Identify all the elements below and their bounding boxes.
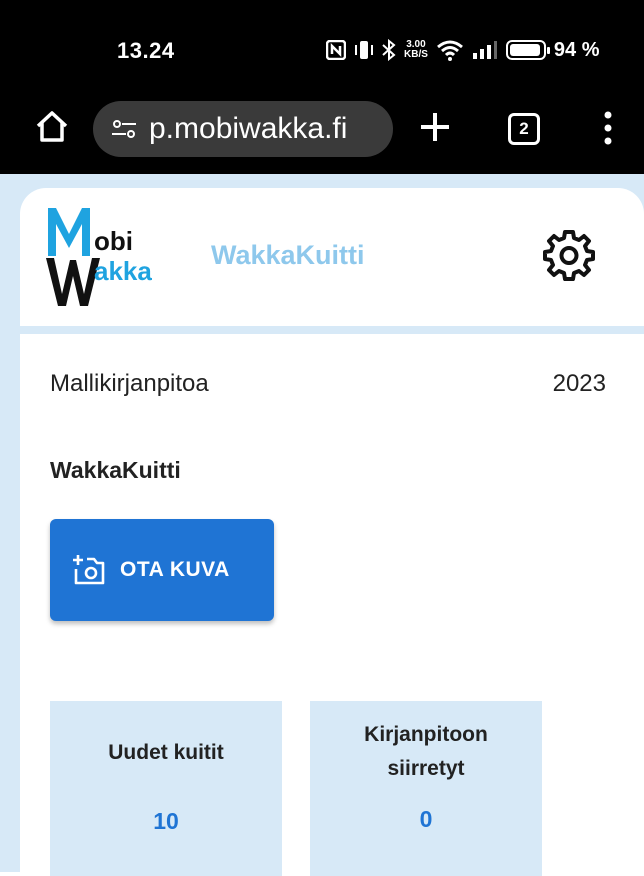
address-bar[interactable]: p.mobiwakka.fi: [93, 101, 393, 157]
url-text: p.mobiwakka.fi: [149, 112, 348, 145]
stat-value: 10: [153, 808, 179, 834]
app-header: obi akka WakkaKuitti: [20, 188, 644, 326]
browser-toolbar: p.mobiwakka.fi 2: [0, 86, 644, 174]
stat-card-transferred[interactable]: Kirjanpitoon siirretyt 0: [310, 701, 542, 876]
take-photo-label: OTA KUVA: [120, 558, 230, 581]
stat-value: 0: [419, 806, 433, 832]
company-name: Mallikirjanpitoa: [50, 370, 209, 397]
add-photo-icon: [73, 555, 105, 585]
site-settings-icon[interactable]: [111, 119, 137, 139]
main-card: Mallikirjanpitoa 2023 WakkaKuitti OTA KU…: [20, 334, 644, 876]
new-tab-icon[interactable]: [418, 110, 452, 144]
stat-label: Uudet kuitit: [108, 741, 224, 764]
app-title: WakkaKuitti: [211, 240, 365, 270]
home-icon[interactable]: [34, 108, 70, 144]
tab-switcher-button[interactable]: 2: [508, 113, 540, 145]
stat-label: Kirjanpitoon siirretyt: [364, 723, 488, 780]
take-photo-button[interactable]: OTA KUVA: [50, 519, 274, 621]
logo-text-akka: akka: [94, 256, 152, 286]
page-content: obi akka WakkaKuitti Mallikirjanpitoa 20…: [0, 174, 644, 876]
battery-icon: [505, 40, 550, 60]
network-speed: 3.00 KB/S: [404, 39, 428, 60]
wifi-icon: [436, 40, 463, 61]
battery-percent: 94 %: [553, 38, 600, 61]
section-title: WakkaKuitti: [50, 457, 181, 483]
status-time: 13.24: [117, 38, 175, 63]
bluetooth-icon: [382, 39, 396, 61]
fiscal-year: 2023: [552, 370, 606, 397]
more-menu-icon[interactable]: [598, 110, 618, 146]
signal-icon: [472, 41, 497, 59]
nfc-icon: [326, 40, 346, 60]
vibrate-icon: [355, 41, 373, 59]
status-bar: 13.24 3.00 KB/S 94 %: [0, 0, 644, 86]
logo-text-obi: obi: [94, 226, 133, 256]
status-icons: 3.00 KB/S 94 %: [326, 36, 600, 64]
gear-icon[interactable]: [542, 228, 596, 282]
mobiwakka-logo[interactable]: obi akka: [42, 204, 172, 308]
battery-fill: [509, 44, 540, 56]
stat-card-new-receipts[interactable]: Uudet kuitit 10: [50, 701, 282, 876]
